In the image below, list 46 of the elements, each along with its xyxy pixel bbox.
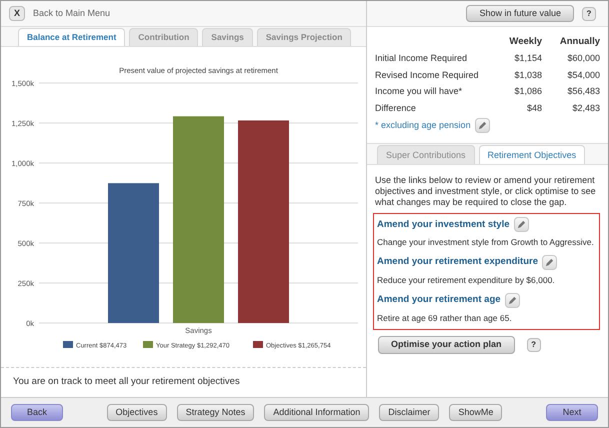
edit-button[interactable] (542, 255, 558, 270)
footer-button[interactable]: Strategy Notes (176, 404, 254, 421)
table-cell-text: $56,483 (566, 85, 600, 98)
row-label: Revised Income Required (375, 68, 480, 82)
edit-button[interactable] (474, 118, 490, 134)
tab[interactable]: Balance at Retirement (18, 28, 126, 46)
table-cell-text: $48 (526, 102, 542, 115)
future-value-button[interactable]: Show in future value (466, 5, 574, 22)
table-cell-text: $60,000 (566, 52, 600, 66)
amend-link[interactable]: Amend your retirement age (377, 293, 501, 308)
table-cell-text: $1,086 (513, 85, 542, 98)
back-button[interactable]: Back (11, 404, 63, 421)
table-cell-text: $1,154 (513, 52, 542, 66)
edit-button[interactable] (514, 217, 529, 232)
amend-description: Change your investment style from Growth to Aggressive. (377, 236, 595, 249)
amend-description: Reduce your retirement expenditure by $6,000. (377, 274, 556, 287)
next-button[interactable]: Next (546, 404, 598, 421)
footnote-link[interactable]: * excluding age pension (375, 119, 471, 132)
edit-button[interactable] (504, 292, 520, 308)
help-button[interactable]: ? (582, 6, 596, 20)
tab[interactable]: Retirement Objectives (478, 145, 586, 164)
column-header: Weekly (508, 35, 542, 49)
pencil-icon (516, 220, 526, 230)
pencil-icon (545, 258, 554, 267)
pencil-icon (508, 296, 517, 305)
row-label: Initial Income Required (375, 52, 468, 66)
footer-button[interactable]: Objectives (106, 404, 167, 421)
amend-link[interactable]: Amend your investment style (377, 218, 510, 232)
footer-button[interactable]: Disclaimer (379, 404, 440, 421)
close-button[interactable]: X (9, 6, 25, 21)
footer-button[interactable]: ShowMe (449, 404, 502, 421)
back-link[interactable]: Back to Main Menu (33, 6, 110, 20)
column-header: Annually (558, 35, 600, 49)
status-message: You are on track to meet all your retirement objectives (13, 375, 240, 390)
pencil-icon (478, 121, 487, 130)
table-cell-text: $1,038 (513, 68, 542, 82)
table-cell-text: $54,000 (566, 68, 600, 82)
amend-description: Retire at age 69 rather than age 65. (377, 312, 513, 324)
help-button[interactable]: ? (526, 338, 541, 352)
table-cell-text: $2,483 (571, 102, 600, 115)
row-label: Difference (375, 102, 417, 115)
intro-text: Use the links below to review or amend your retirement objectives and investment style, or click optimise to see what changes may be required to close the gap. (375, 175, 597, 208)
footer-button[interactable]: Additional Information (264, 404, 370, 421)
amend-link[interactable]: Amend your retirement expenditure (377, 255, 538, 270)
optimise-button[interactable]: Optimise your action plan (378, 336, 515, 354)
row-label: Income you will have* (375, 85, 464, 98)
